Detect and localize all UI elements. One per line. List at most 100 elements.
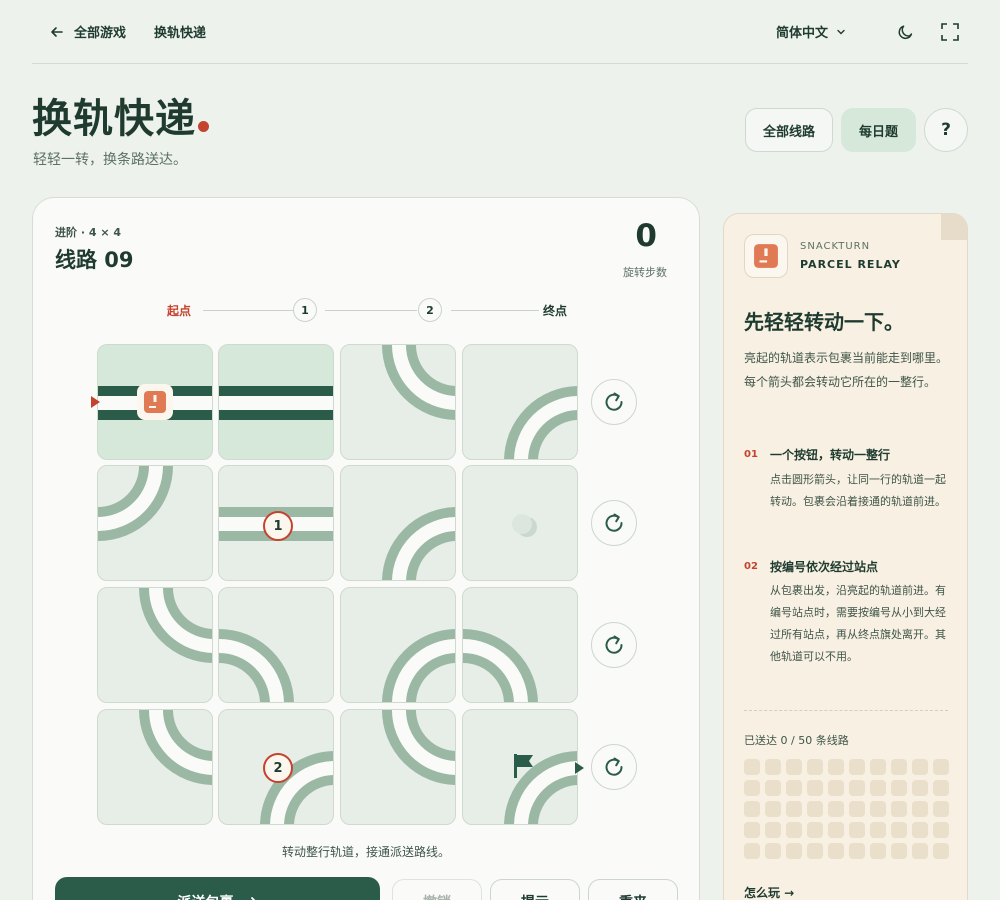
nav-game-name[interactable]: 换轨快递 xyxy=(154,22,206,41)
track-tile xyxy=(462,344,578,460)
route-dot xyxy=(891,759,907,775)
track-tile xyxy=(97,465,213,581)
route-dot xyxy=(849,801,865,817)
dark-mode-button[interactable] xyxy=(888,14,924,50)
route-dot xyxy=(828,801,844,817)
route-dot xyxy=(849,759,865,775)
rotate-icon xyxy=(605,513,623,532)
rotate-icon xyxy=(605,635,623,654)
route-dot xyxy=(807,822,823,838)
rotate-row-button[interactable] xyxy=(591,744,637,790)
route-dot xyxy=(807,759,823,775)
rotate-row-button[interactable] xyxy=(591,500,637,546)
route-dot xyxy=(807,780,823,796)
route-dot xyxy=(912,759,928,775)
step-number: 01 xyxy=(744,449,758,460)
brand-logo xyxy=(744,234,788,278)
level-tag: 进阶 · 4 × 4 xyxy=(55,226,122,239)
route-dot xyxy=(744,822,760,838)
route-dot xyxy=(765,780,781,796)
all-routes-button[interactable]: 全部线路 xyxy=(744,108,833,152)
fullscreen-button[interactable] xyxy=(932,14,968,50)
track-tile xyxy=(218,344,334,460)
page-title: 换轨快递 xyxy=(32,86,209,144)
route-dot xyxy=(912,822,928,838)
back-to-all-games[interactable]: 全部游戏 xyxy=(50,22,126,41)
route-dot xyxy=(870,843,886,859)
undo-button[interactable]: 撤销 xyxy=(392,879,482,900)
title-dot xyxy=(198,121,209,132)
route-dot xyxy=(828,780,844,796)
rotate-row-button[interactable] xyxy=(591,622,637,668)
track-tile xyxy=(340,587,456,703)
daily-puzzle-button[interactable]: 每日题 xyxy=(840,108,916,152)
station-1: 1 xyxy=(263,511,293,541)
route-dot xyxy=(891,843,907,859)
moves-count: 0 xyxy=(635,218,657,254)
delivered-count: 已送达 0 / 50 条线路 xyxy=(744,734,849,747)
dispatch-parcel-button[interactable]: 派送包裹 xyxy=(55,877,380,900)
route-dot xyxy=(786,843,802,859)
route-dot xyxy=(786,780,802,796)
finish-flag-icon xyxy=(514,754,533,778)
route-dot xyxy=(849,843,865,859)
route-dot xyxy=(744,759,760,775)
progress-start: 起点 xyxy=(167,304,192,318)
hint-button[interactable]: 提示 xyxy=(490,879,580,900)
route-dot xyxy=(891,822,907,838)
route-dot xyxy=(912,780,928,796)
page-title-text: 换轨快递 xyxy=(32,96,196,142)
track-tile xyxy=(340,709,456,825)
route-dot xyxy=(849,780,865,796)
route-dot xyxy=(870,801,886,817)
track-tile xyxy=(340,465,456,581)
progress-stop-2: 2 xyxy=(418,298,442,322)
track-tile xyxy=(97,587,213,703)
route-dot xyxy=(933,822,949,838)
route-dot xyxy=(744,843,760,859)
route-dot xyxy=(891,780,907,796)
route-dot xyxy=(786,801,802,817)
track-tile xyxy=(340,344,456,460)
side-description: 亮起的轨道表示包裹当前能走到哪里。每个箭头都会转动它所在的一整行。 xyxy=(744,351,949,389)
back-label: 全部游戏 xyxy=(74,26,127,41)
parcel-icon xyxy=(137,384,173,420)
language-label: 简体中文 xyxy=(775,26,828,41)
track-tile xyxy=(462,587,578,703)
brand-company: SNACKTURN xyxy=(800,241,871,252)
route-dot xyxy=(933,759,949,775)
parcel-logo-icon xyxy=(754,244,778,268)
route-dot xyxy=(849,822,865,838)
how-to-play-link[interactable]: 怎么玩 → xyxy=(744,884,794,900)
arrow-left-icon xyxy=(51,26,63,37)
route-dot xyxy=(912,801,928,817)
step-number: 02 xyxy=(744,561,758,572)
step-body: 从包裹出发，沿亮起的轨道前进。有编号站点时，需要按编号从小到大经过所有站点，再从… xyxy=(770,584,946,663)
route-dot xyxy=(870,780,886,796)
exit-arrow-icon xyxy=(575,762,584,774)
rotate-icon xyxy=(605,757,623,776)
track-tile xyxy=(97,709,213,825)
entry-arrow-icon xyxy=(91,396,100,408)
route-dot xyxy=(870,759,886,775)
language-select[interactable]: 简体中文 xyxy=(776,22,846,41)
route-dot xyxy=(828,843,844,859)
rotate-icon xyxy=(605,392,623,411)
track-tile xyxy=(218,587,334,703)
route-dot xyxy=(765,843,781,859)
help-button[interactable]: ? xyxy=(924,108,968,152)
restart-button[interactable]: 重来 xyxy=(588,879,678,900)
route-dot xyxy=(807,843,823,859)
route-dot xyxy=(765,822,781,838)
page-corner-fold xyxy=(941,214,967,240)
moon-icon xyxy=(898,24,913,39)
top-nav: 全部游戏 换轨快递 简体中文 xyxy=(32,0,968,64)
route-dot xyxy=(870,822,886,838)
empty-socket-icon xyxy=(512,514,537,537)
rotate-row-button[interactable] xyxy=(591,379,637,425)
step-title: 一个按钮，转动一整行 xyxy=(770,448,891,462)
instructions-panel: SNACKTURN PARCEL RELAY 先轻轻转动一下。 亮起的轨道表示包… xyxy=(723,213,968,900)
route-dot xyxy=(933,780,949,796)
route-progress-grid xyxy=(744,759,949,859)
divider xyxy=(744,710,948,711)
